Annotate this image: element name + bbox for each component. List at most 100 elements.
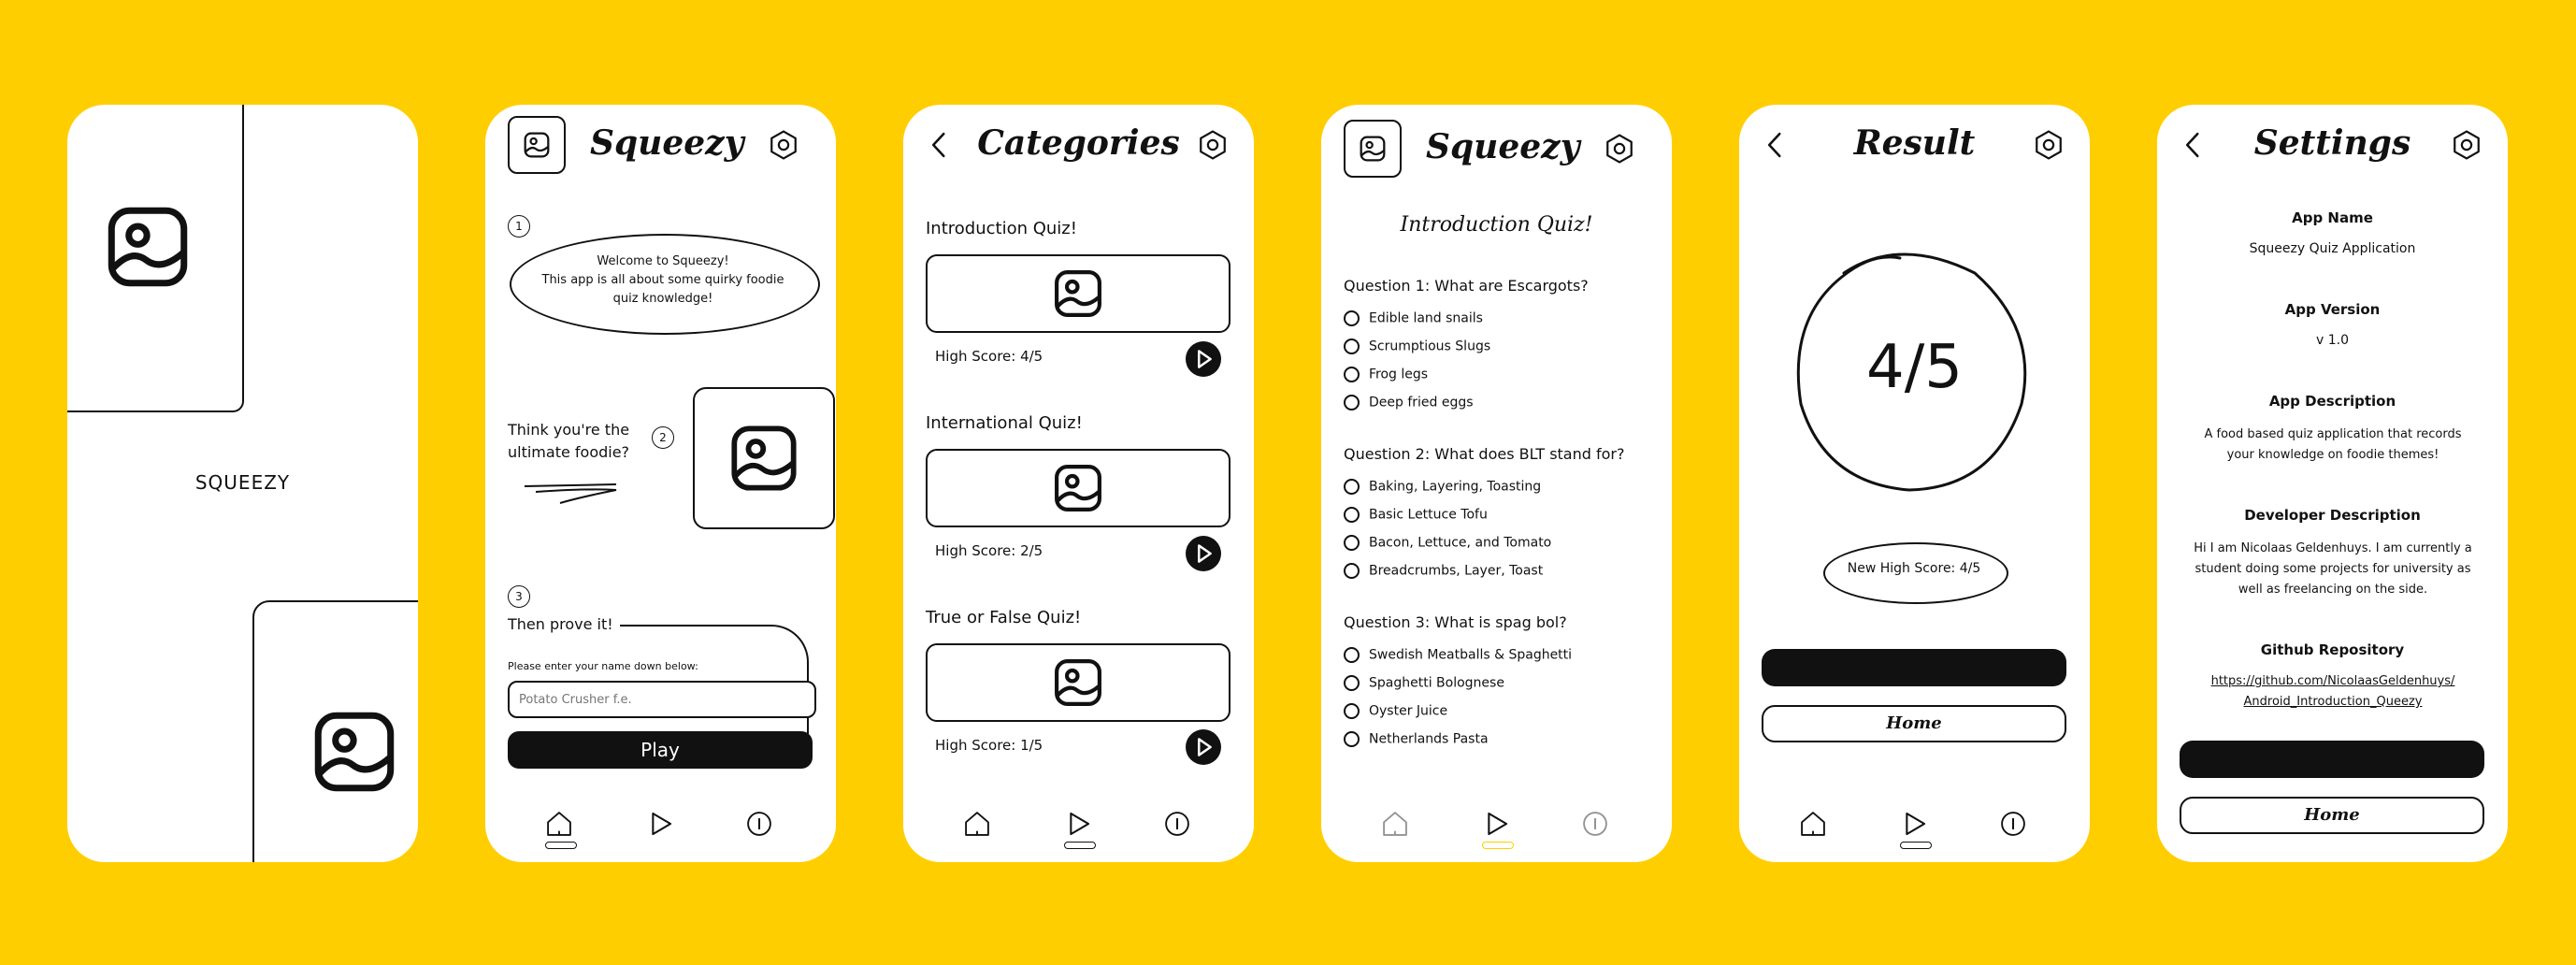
quiz-title: Introduction Quiz!: [1400, 213, 1593, 237]
name-label: Please enter your name down below:: [508, 660, 698, 672]
developer-description: Hi I am Nicolaas Geldenhuys. I am curren…: [2194, 541, 2472, 597]
home-button[interactable]: Home: [2180, 797, 2484, 834]
home-icon[interactable]: [1797, 808, 1829, 840]
settings-icon[interactable]: [768, 129, 799, 161]
image-placeholder-icon: [524, 132, 550, 158]
play-button[interactable]: [1186, 341, 1221, 377]
radio-button[interactable]: [1344, 338, 1360, 354]
radio-button[interactable]: [1344, 367, 1360, 382]
answer-option[interactable]: Edible land snails: [1344, 310, 1483, 326]
answer-option[interactable]: Deep fried eggs: [1344, 395, 1474, 410]
high-score: High Score: 1/5: [935, 737, 1043, 754]
answer-option[interactable]: Swedish Meatballs & Spaghetti: [1344, 647, 1572, 663]
radio-button[interactable]: [1344, 479, 1360, 495]
welcome-text: This app is all about some quirky foodie…: [541, 273, 784, 306]
info-icon[interactable]: [1579, 808, 1611, 840]
splash-title: SQUEEZY: [194, 471, 291, 494]
home-button[interactable]: Home: [1762, 705, 2066, 742]
splash-screen: SQUEEZY: [67, 105, 418, 862]
settings-icon[interactable]: [2033, 129, 2065, 161]
nav-active-indicator: [1064, 842, 1096, 849]
play-icon[interactable]: [1062, 808, 1094, 840]
play-button[interactable]: [1186, 729, 1221, 765]
home-icon[interactable]: [543, 808, 575, 840]
nav-active-indicator: [1900, 842, 1932, 849]
scribble-decoration: [524, 483, 617, 504]
settings-screen: Settings App Name Squeezy Quiz Applicati…: [2157, 105, 2508, 862]
welcome-bubble-text: Welcome to Squeezy! This app is all abou…: [541, 252, 784, 309]
app-version-value: v 1.0: [2316, 333, 2349, 348]
home-icon[interactable]: [961, 808, 993, 840]
app-version-label: App Version: [2284, 301, 2381, 318]
radio-button[interactable]: [1344, 563, 1360, 579]
category-card[interactable]: [926, 643, 1230, 722]
app-title: Squeezy: [1426, 127, 1580, 166]
info-icon[interactable]: [743, 808, 775, 840]
play-icon[interactable]: [1898, 808, 1930, 840]
play-button[interactable]: [1186, 536, 1221, 571]
answer-option[interactable]: Scrumptious Slugs: [1344, 338, 1490, 354]
answer-option[interactable]: Netherlands Pasta: [1344, 731, 1489, 747]
category-title: True or False Quiz!: [926, 608, 1082, 627]
foodie-question: Think you're the ultimate foodie?: [508, 421, 630, 461]
image-placeholder-icon: [107, 206, 189, 288]
answer-option[interactable]: Spaghetti Bolognese: [1344, 675, 1504, 691]
settings-icon[interactable]: [1197, 129, 1229, 161]
developer-label: Developer Description: [2244, 507, 2421, 524]
question-text: Question 1: What are Escargots?: [1344, 277, 1589, 295]
score-value: 4/5: [1866, 333, 1963, 402]
bottom-nav: [903, 795, 1254, 860]
radio-button[interactable]: [1344, 703, 1360, 719]
home-icon[interactable]: [1379, 808, 1411, 840]
image-placeholder-icon: [1054, 658, 1102, 707]
settings-icon[interactable]: [2451, 129, 2482, 161]
welcome-title: Welcome to Squeezy!: [597, 254, 729, 268]
welcome-screen: Squeezy 1 Welcome to Squeezy! This app i…: [485, 105, 836, 862]
high-score: High Score: 4/5: [935, 348, 1043, 365]
answer-option[interactable]: Baking, Layering, Toasting: [1344, 479, 1541, 495]
app-logo: [508, 116, 566, 174]
category-title: International Quiz!: [926, 413, 1083, 433]
radio-button[interactable]: [1344, 731, 1360, 747]
app-description-value: A food based quiz application that recor…: [2204, 427, 2462, 462]
app-title: Squeezy: [590, 123, 744, 163]
answer-option[interactable]: Oyster Juice: [1344, 703, 1447, 719]
category-card[interactable]: [926, 254, 1230, 333]
play-button[interactable]: Play: [508, 731, 813, 769]
app-description-label: App Description: [2268, 393, 2396, 410]
answer-option[interactable]: Frog legs: [1344, 367, 1428, 382]
primary-action-button[interactable]: [2180, 741, 2484, 778]
category-card[interactable]: [926, 449, 1230, 527]
image-placeholder-icon: [313, 711, 396, 793]
radio-button[interactable]: [1344, 507, 1360, 523]
question-text: Question 3: What is spag bol?: [1344, 613, 1567, 631]
quiz-screen: Squeezy Introduction Quiz! Question 1: W…: [1321, 105, 1672, 862]
github-label: Github Repository: [2260, 641, 2405, 658]
play-icon[interactable]: [644, 808, 676, 840]
step-1-badge: 1: [508, 215, 530, 238]
radio-button[interactable]: [1344, 535, 1360, 551]
foodie-image-card: [693, 387, 835, 529]
radio-button[interactable]: [1344, 395, 1360, 410]
app-name-value: Squeezy Quiz Application: [2249, 241, 2416, 256]
play-icon: [1186, 536, 1221, 571]
answer-option[interactable]: Bacon, Lettuce, and Tomato: [1344, 535, 1551, 551]
radio-button[interactable]: [1344, 675, 1360, 691]
info-icon[interactable]: [1997, 808, 2029, 840]
step-2-badge: 2: [652, 426, 674, 449]
radio-button[interactable]: [1344, 310, 1360, 326]
github-link[interactable]: https://github.com/NicolaasGeldenhuys/ A…: [2204, 671, 2462, 713]
answer-option[interactable]: Basic Lettuce Tofu: [1344, 507, 1488, 523]
answer-option[interactable]: Breadcrumbs, Layer, Toast: [1344, 563, 1543, 579]
info-icon[interactable]: [1161, 808, 1193, 840]
settings-icon[interactable]: [1604, 133, 1635, 165]
play-icon[interactable]: [1480, 808, 1512, 840]
image-placeholder-icon: [1360, 136, 1386, 162]
primary-action-button[interactable]: [1762, 649, 2066, 686]
name-input[interactable]: [508, 681, 816, 718]
high-score: High Score: 2/5: [935, 542, 1043, 559]
bottom-nav: [1739, 795, 2090, 860]
step-3-badge: 3: [508, 585, 530, 608]
radio-button[interactable]: [1344, 647, 1360, 663]
app-name-label: App Name: [2292, 209, 2373, 226]
